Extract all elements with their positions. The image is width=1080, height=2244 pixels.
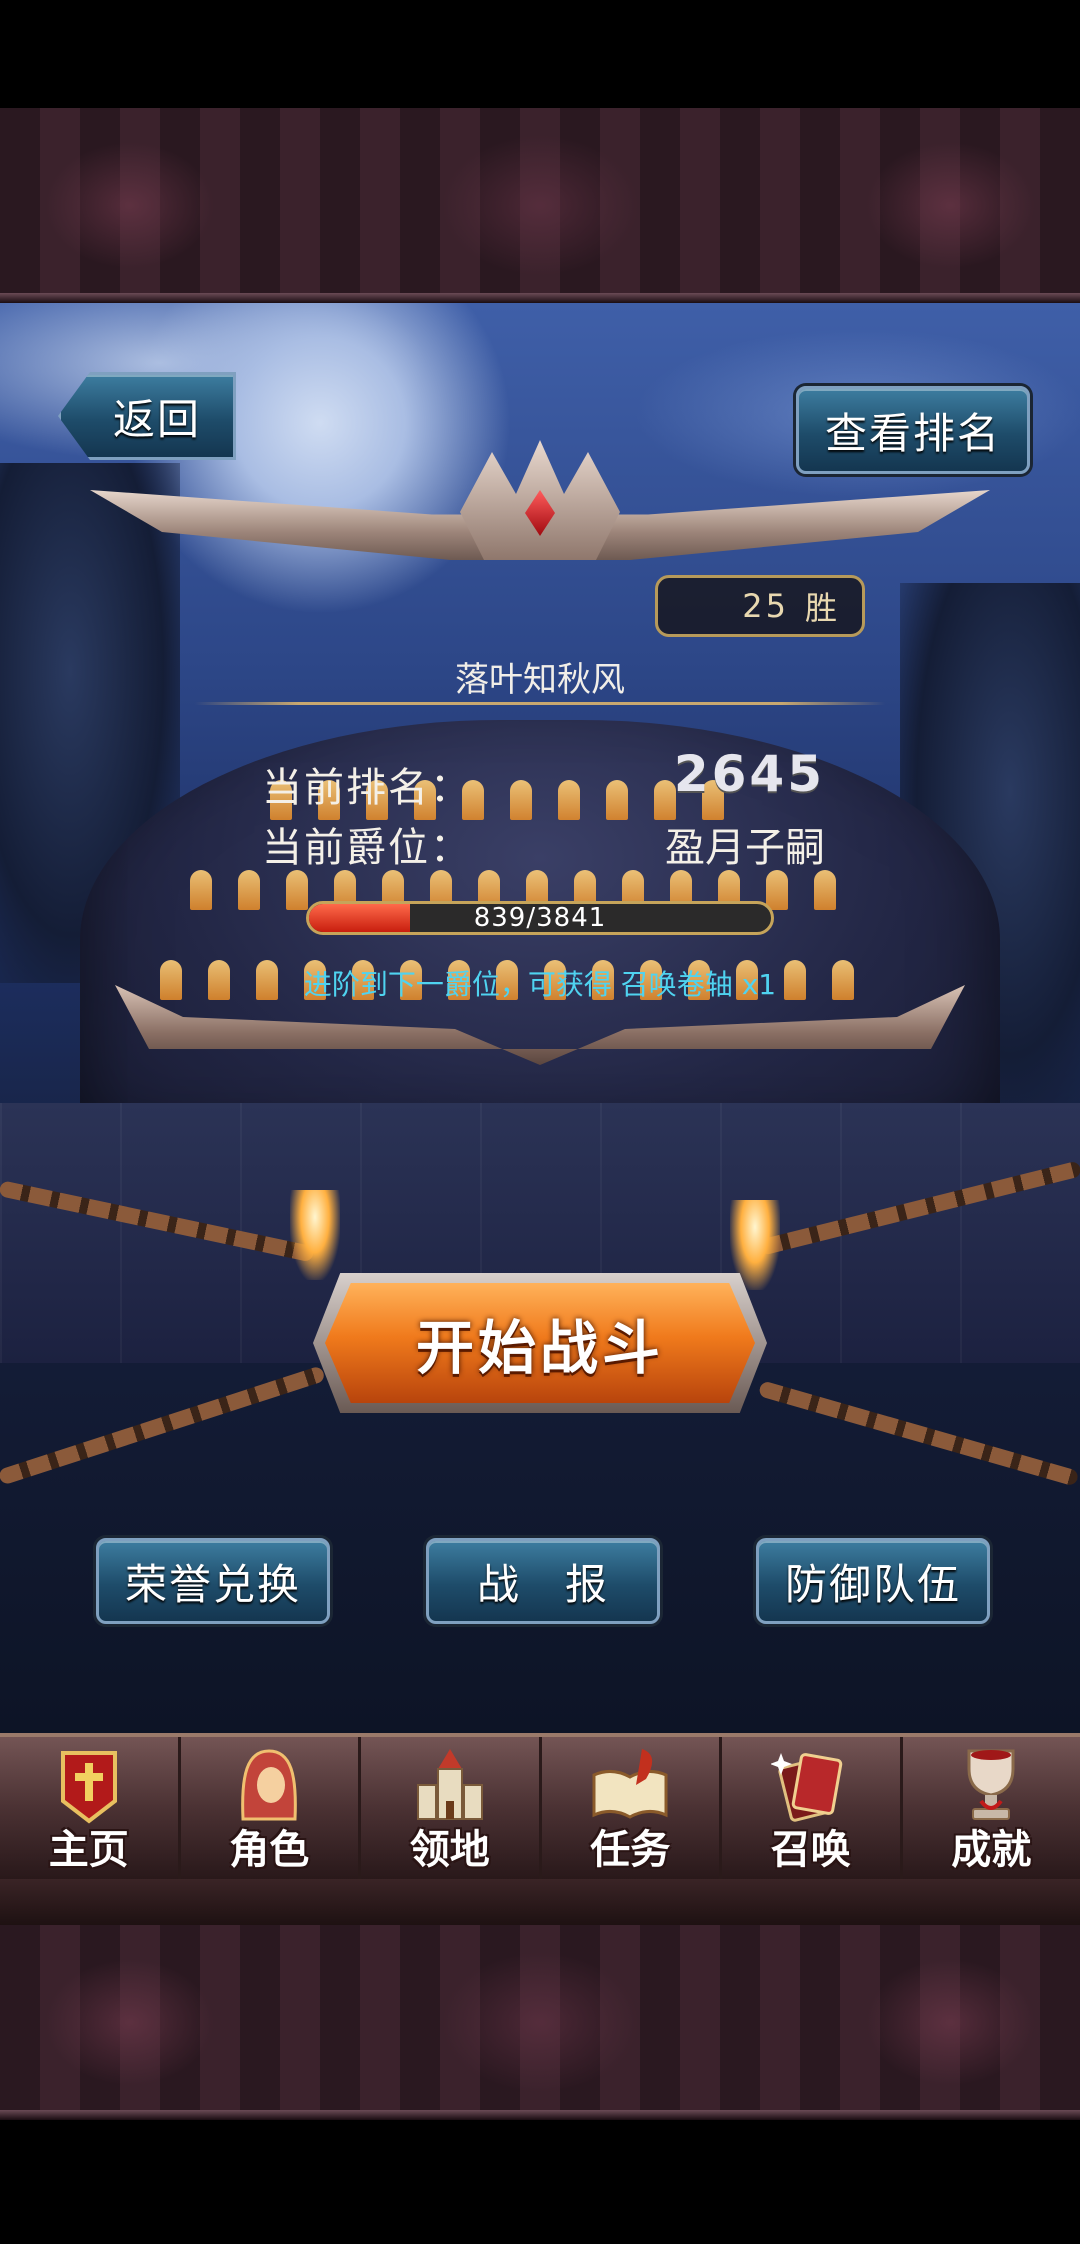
player-name: 落叶知秋风 <box>455 660 625 700</box>
left-torch-icon <box>290 1190 340 1280</box>
hooded-character-icon <box>241 1749 298 1821</box>
nav-label-achievements: 成就 <box>951 1827 1032 1873</box>
nav-item-quests[interactable]: 任务 <box>541 1737 722 1883</box>
name-divider <box>195 702 885 705</box>
next-rank-reward-text: 进阶到下一爵位，可获得 召唤卷轴 x1 <box>303 968 777 1001</box>
trophy-icon <box>967 1749 1015 1820</box>
nav-label-character: 角色 <box>229 1827 310 1873</box>
title-value: 盈月子嗣 <box>665 825 825 871</box>
honor-exchange-label: 荣誉兑换 <box>124 1559 301 1609</box>
back-button[interactable]: 返回 <box>58 372 236 460</box>
view-ranking-label: 查看排名 <box>824 408 1001 458</box>
top-ornate-frame <box>0 108 1080 303</box>
summon-cards-icon <box>770 1753 843 1822</box>
title-label: 当前爵位： <box>262 825 472 871</box>
nav-item-achievements[interactable]: 成就 <box>902 1737 1080 1883</box>
nav-label-territory: 领地 <box>409 1827 490 1873</box>
nav-item-character[interactable]: 角色 <box>180 1737 361 1883</box>
nav-label-quests: 任务 <box>590 1827 671 1873</box>
rank-progress-text: 839/3841 <box>473 903 607 933</box>
start-battle-button[interactable]: 开始战斗 <box>325 1283 755 1403</box>
defense-team-label: 防御队伍 <box>784 1559 961 1609</box>
rank-value: 2645 <box>673 745 825 803</box>
battle-report-button[interactable]: 战 报 <box>426 1538 660 1624</box>
banner-cross-icon <box>60 1751 117 1824</box>
win-count-unit: 胜 <box>804 589 840 627</box>
nav-sub-bar <box>0 1879 1080 1928</box>
nav-label-home: 主页 <box>48 1827 129 1873</box>
battle-report-label: 战 报 <box>476 1559 609 1609</box>
nav-item-home[interactable]: 主页 <box>0 1737 181 1883</box>
rank-label: 当前排名： <box>262 765 472 811</box>
bottom-nav: 主页 角色 领地 任务 召唤 成就 <box>0 1733 1080 1887</box>
view-ranking-button[interactable]: 查看排名 <box>796 386 1030 474</box>
nav-label-summon: 召唤 <box>770 1827 851 1873</box>
back-button-label: 返回 <box>112 394 201 444</box>
win-count-badge: 25 胜 <box>655 575 865 637</box>
honor-exchange-button[interactable]: 荣誉兑换 <box>96 1538 330 1624</box>
castle-icon <box>416 1749 483 1820</box>
rank-progress-bar: 839/3841 <box>306 901 774 935</box>
bottom-ornate-frame <box>0 1925 1080 2120</box>
nav-item-territory[interactable]: 领地 <box>361 1737 542 1883</box>
book-quill-icon <box>592 1749 668 1819</box>
start-battle-label: 开始战斗 <box>415 1314 664 1382</box>
win-count-value: 25 <box>742 587 789 625</box>
defense-team-button[interactable]: 防御队伍 <box>756 1538 990 1624</box>
nav-item-summon[interactable]: 召唤 <box>722 1737 903 1883</box>
